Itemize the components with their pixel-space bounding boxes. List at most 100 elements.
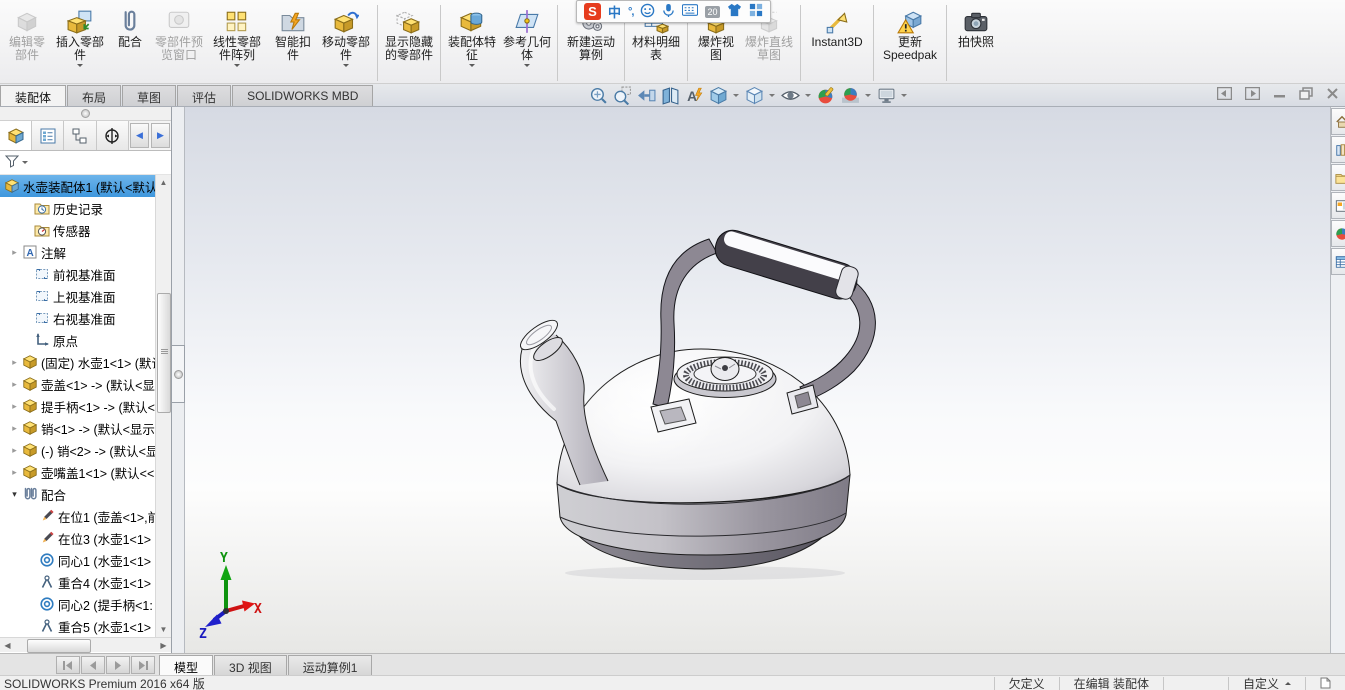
tree-item-part-kettle[interactable]: ▸ (固定) 水壶1<1> (默认 [0, 351, 157, 373]
kettle-3d-model[interactable] [510, 223, 890, 583]
previous-tab-button[interactable] [81, 656, 105, 674]
graphics-viewport[interactable]: Y X Z [185, 107, 1330, 653]
update-speedpak-button[interactable]: 更新Speedpak [877, 3, 943, 62]
edit-appearance-icon[interactable] [816, 86, 837, 105]
dropdown-caret[interactable] [77, 64, 83, 70]
close-icon[interactable] [1326, 87, 1339, 103]
dropdown-caret[interactable] [343, 64, 349, 70]
tree-item-mate-concentric2[interactable]: 同心2 (提手柄<1: [0, 593, 157, 615]
task-pane-resources-button[interactable] [1331, 108, 1345, 135]
tree-item-part-pin1[interactable]: ▸ 销<1> -> (默认<显示 [0, 417, 157, 439]
tree-item-part-lid[interactable]: ▸ 壶盖<1> -> (默认<显 [0, 373, 157, 395]
insert-component-button[interactable]: 插入零部件 [52, 3, 108, 70]
move-component-button[interactable]: 移动零部件 [318, 3, 374, 70]
ime-mode-icon[interactable]: 中 [608, 2, 621, 21]
expand-icon[interactable]: ▸ [8, 467, 21, 478]
task-pane-view-palette-button[interactable] [1331, 192, 1345, 219]
display-style-icon[interactable] [744, 86, 765, 105]
sogou-logo-icon[interactable]: S [584, 3, 601, 20]
tree-root-assembly[interactable]: 水壶装配体1 (默认<默认_ [0, 175, 157, 197]
minimize-icon[interactable] [1273, 87, 1286, 103]
linear-pattern-button[interactable]: 线性零部件阵列 [206, 3, 268, 70]
last-tab-button[interactable] [131, 656, 155, 674]
ime-level-badge[interactable]: 20 [705, 6, 719, 18]
tree-item-right-plane[interactable]: 右视基准面 [0, 307, 157, 329]
status-note-icon[interactable] [1305, 677, 1345, 690]
tree-item-mate-coincident5[interactable]: 重合5 (水壶1<1> [0, 615, 157, 637]
dropdown-caret[interactable] [901, 94, 907, 100]
panel-horizontal-splitter[interactable] [0, 107, 171, 121]
dropdown-caret[interactable] [234, 64, 240, 70]
tree-item-mate-inplace1[interactable]: 在位1 (壶盖<1>,前 [0, 505, 157, 527]
tab-evaluate[interactable]: 评估 [177, 85, 231, 106]
tab-model[interactable]: 模型 [159, 655, 213, 675]
view-settings-icon[interactable] [876, 86, 897, 105]
filter-icon[interactable] [4, 153, 20, 172]
scroll-left-arrow[interactable]: ◀ [0, 641, 15, 650]
tree-item-annotations[interactable]: ▸ A 注解 [0, 241, 157, 263]
tree-item-history[interactable]: 历史记录 [0, 197, 157, 219]
component-preview-button[interactable]: 零部件预览窗口 [152, 3, 206, 62]
task-pane-design-library-button[interactable] [1331, 136, 1345, 163]
dropdown-caret[interactable] [733, 94, 739, 100]
tree-horizontal-scrollbar[interactable]: ◀ ▶ [0, 637, 171, 652]
expand-icon[interactable]: ▸ [8, 247, 21, 258]
tree-item-top-plane[interactable]: 上视基准面 [0, 285, 157, 307]
tree-item-mates-folder[interactable]: ▾ 配合 [0, 483, 157, 505]
hide-show-items-icon[interactable] [780, 86, 801, 105]
expand-icon[interactable]: ▸ [8, 445, 21, 456]
scroll-right-arrow[interactable]: ▶ [156, 641, 171, 650]
tab-dimxpert-manager[interactable] [97, 121, 129, 150]
tree-item-part-handle[interactable]: ▸ 提手柄<1> -> (默认< [0, 395, 157, 417]
expand-icon[interactable]: ▸ [8, 423, 21, 434]
tree-item-front-plane[interactable]: 前视基准面 [0, 263, 157, 285]
panel-vertical-splitter[interactable] [172, 107, 185, 653]
panel-tabs-scroll-left[interactable]: ◀ [130, 123, 149, 148]
ime-keyboard-icon[interactable] [682, 4, 698, 19]
task-pane-appearances-button[interactable] [1331, 220, 1345, 247]
reference-geometry-button[interactable]: 参考几何体 [500, 3, 554, 70]
smart-fasteners-button[interactable]: 智能扣件 [268, 3, 318, 62]
scrollbar-thumb[interactable] [27, 639, 91, 653]
show-hidden-components-button[interactable]: 显示隐藏的零部件 [381, 3, 437, 62]
view-orientation-icon[interactable] [708, 86, 729, 105]
annotation-views-icon[interactable]: A [684, 86, 705, 105]
tree-item-sensors[interactable]: 传感器 [0, 219, 157, 241]
zoom-to-fit-icon[interactable] [588, 86, 609, 105]
ime-skin-icon[interactable] [727, 3, 742, 20]
edit-component-button[interactable]: 编辑零部件 [2, 3, 52, 62]
section-view-icon[interactable] [660, 86, 681, 105]
tab-configuration-manager[interactable] [64, 121, 96, 150]
first-tab-button[interactable] [56, 656, 80, 674]
mate-button[interactable]: 配合 [108, 3, 152, 49]
dropdown-caret[interactable] [524, 64, 530, 70]
dropdown-caret[interactable] [865, 94, 871, 100]
tab-motion-study-1[interactable]: 运动算例1 [288, 655, 373, 675]
scrollbar-thumb[interactable] [157, 293, 171, 413]
ime-emoji-icon[interactable] [640, 3, 655, 21]
take-snapshot-button[interactable]: 拍快照 [950, 3, 1002, 49]
expand-icon[interactable]: ▸ [8, 401, 21, 412]
tree-item-origin[interactable]: 原点 [0, 329, 157, 351]
filter-dropdown-caret[interactable] [22, 161, 28, 167]
status-units-selector[interactable]: 自定义 [1228, 677, 1305, 690]
task-pane-custom-properties-button[interactable] [1331, 248, 1345, 275]
tab-layout[interactable]: 布局 [67, 85, 121, 106]
expand-icon[interactable]: ▸ [8, 379, 21, 390]
ime-voice-icon[interactable] [662, 3, 675, 21]
collapse-icon[interactable]: ▾ [8, 489, 21, 500]
tree-item-part-spout-cap[interactable]: ▸ 壶嘴盖1<1> (默认<< [0, 461, 157, 483]
tab-property-manager[interactable] [32, 121, 64, 150]
dropdown-caret[interactable] [769, 94, 775, 100]
ime-toolbox-icon[interactable] [749, 3, 763, 20]
instant3d-button[interactable]: Instant3D [804, 3, 870, 49]
tab-feature-manager[interactable] [0, 121, 32, 150]
next-tab-button[interactable] [106, 656, 130, 674]
restore-icon[interactable] [1299, 87, 1313, 103]
previous-view-icon[interactable] [636, 86, 657, 105]
ime-punctuation-icon[interactable]: °, [628, 6, 633, 18]
expand-icon[interactable]: ▸ [8, 357, 21, 368]
panel-collapse-handle[interactable] [172, 345, 185, 403]
tree-item-mate-inplace3[interactable]: 在位3 (水壶1<1> [0, 527, 157, 549]
tab-3d-views[interactable]: 3D 视图 [214, 655, 287, 675]
